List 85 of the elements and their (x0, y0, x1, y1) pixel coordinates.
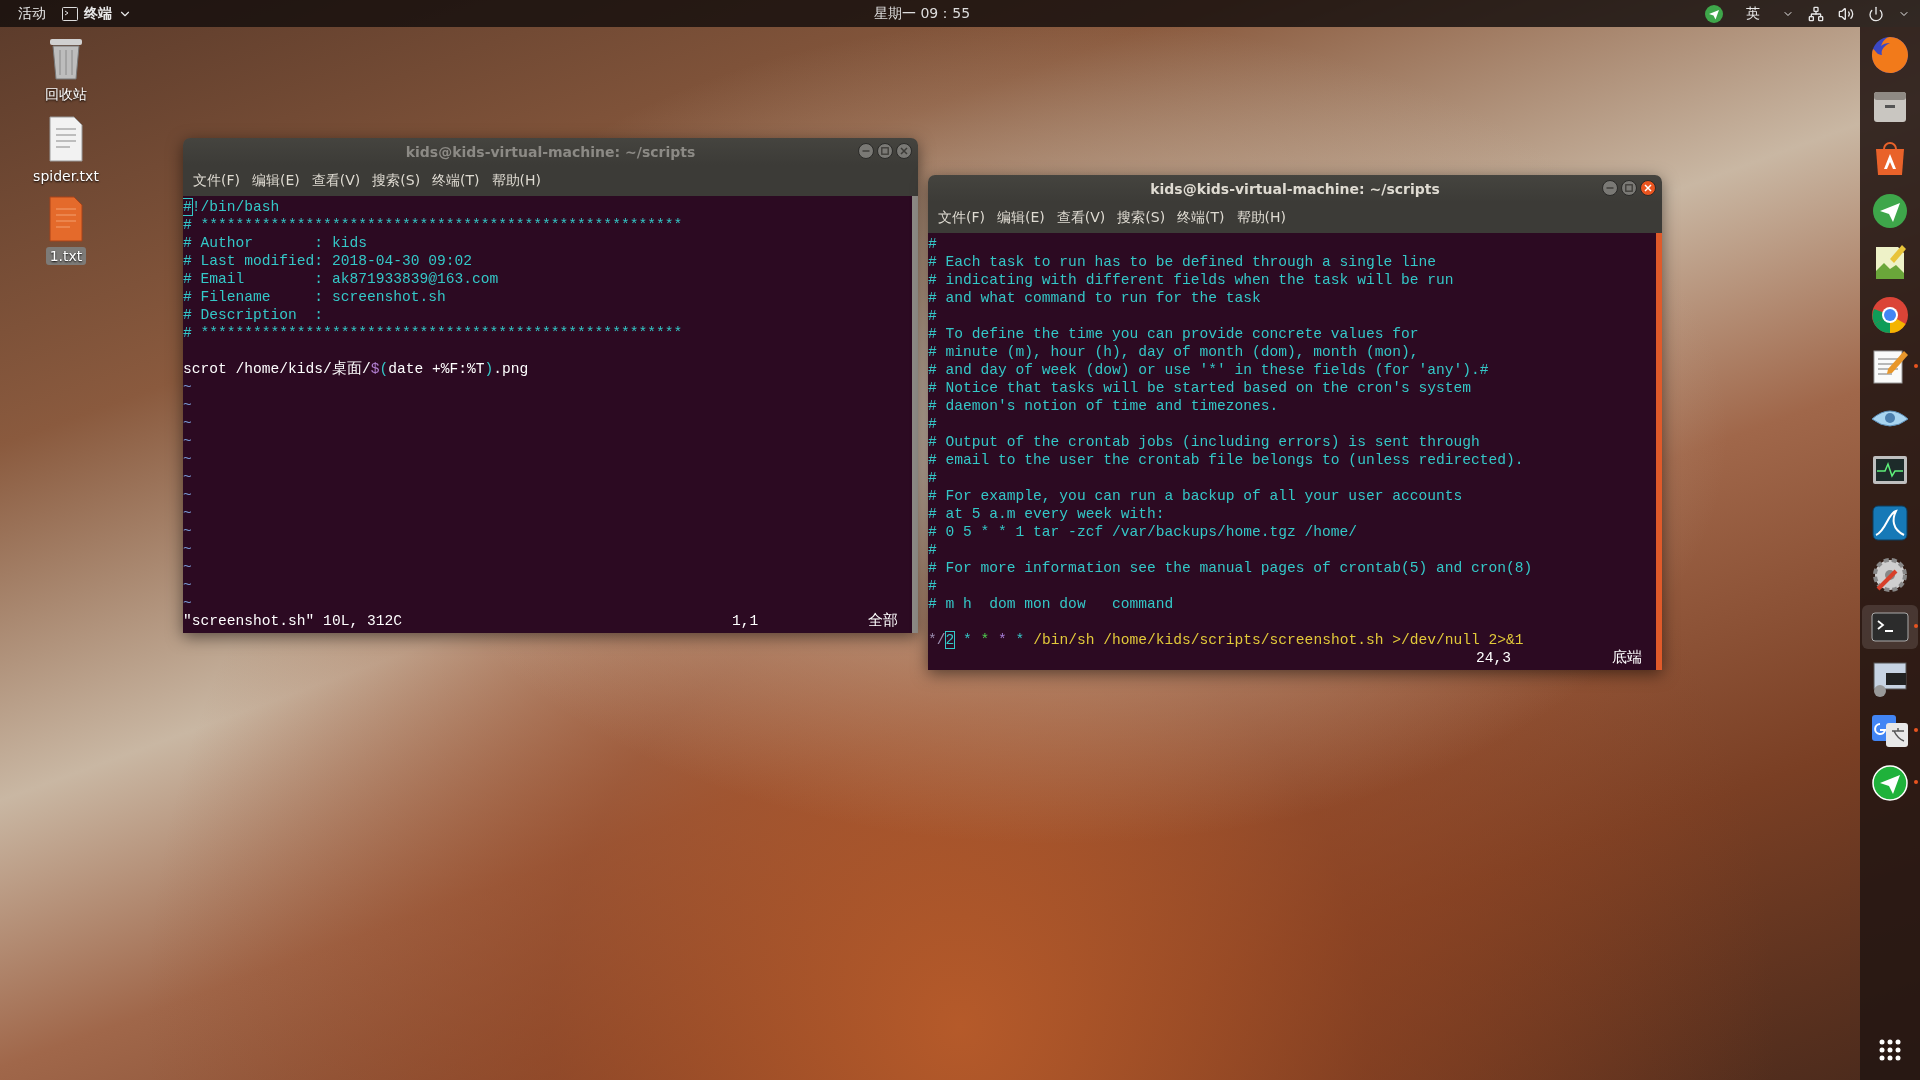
menu-item[interactable]: 查看(V) (1050, 208, 1112, 227)
status-file-info: "screenshot.sh" 10L, 312C (183, 612, 402, 630)
power-icon[interactable] (1868, 5, 1884, 22)
scrollbar[interactable] (1656, 233, 1662, 670)
menu-item[interactable]: 终端(T) (426, 171, 486, 190)
code-line: # and what command to run for the task (928, 289, 1262, 307)
code-line: # indicating with different fields when the task will be run (928, 271, 1455, 289)
code-line: # ******************************************************* (183, 324, 684, 342)
minimize-button[interactable] (858, 143, 874, 159)
maximize-button[interactable] (877, 143, 893, 159)
empty-line-tilde: ~ (183, 450, 193, 468)
code-line: # Author : kids (183, 234, 368, 252)
code-line: # Email : ak871933839@163.com (183, 270, 500, 288)
empty-line-tilde: ~ (183, 558, 193, 576)
code-line: # Last modified: 2018-04-30 09:02 (183, 252, 473, 270)
close-button[interactable] (1640, 180, 1656, 196)
code-line: # daemon's notion of time and timezones. (928, 397, 1280, 415)
running-indicator (1914, 780, 1918, 784)
code-line: # For more information see the manual pages of crontab(5) and cron(8) (928, 559, 1534, 577)
code-line: # (928, 415, 938, 433)
code-line: # Each task to run has to be defined through a single line (928, 253, 1437, 271)
menu-item[interactable]: 搜索(S) (366, 171, 427, 190)
code-line: # minute (m), hour (h), day of month (dom), month (mon), (928, 343, 1420, 361)
text-file-icon (46, 195, 86, 243)
empty-line-tilde: ~ (183, 540, 193, 558)
menu-item[interactable]: 终端(T) (1171, 208, 1231, 227)
menu-item[interactable]: 编辑(E) (246, 171, 306, 190)
app-menu[interactable]: 终端 (54, 4, 140, 23)
window-title: kids@kids-virtual-machine: ~/scripts (1150, 180, 1440, 197)
activities-button[interactable]: 活动 (10, 4, 54, 23)
empty-line-tilde: ~ (183, 378, 193, 396)
empty-line-tilde: ~ (183, 432, 193, 450)
empty-line-tilde: ~ (183, 396, 193, 414)
empty-line-tilde: ~ (183, 594, 193, 612)
code-line: # Notice that tasks will be started based on the cron's system (928, 379, 1472, 397)
code-line: # at 5 a.m every week with: (928, 505, 1166, 523)
minimize-button[interactable] (1602, 180, 1618, 196)
code-line: # (928, 541, 938, 559)
input-method-indicator[interactable]: 英 (1738, 4, 1768, 23)
cursor-position: 24,3 (1476, 649, 1512, 667)
desktop-icon-label[interactable]: 1.txt (45, 247, 87, 265)
empty-line-tilde: ~ (183, 414, 193, 432)
code-line: # (928, 307, 938, 325)
empty-line-tilde: ~ (183, 468, 193, 486)
code-line: # (928, 577, 938, 595)
menu-item[interactable]: 搜索(S) (1111, 208, 1172, 227)
code-line: # email to the user the crontab file belongs to (unless redirected). (928, 451, 1525, 469)
clock[interactable]: 星期一 09：55 (140, 4, 1704, 23)
desktop-icon-label[interactable]: spider.txt (29, 167, 103, 185)
menu-item[interactable]: 帮助(H) (485, 171, 548, 190)
code-line: # For example, you can run a backup of all your user accounts (928, 487, 1464, 505)
scroll-position: 底端 (1612, 649, 1643, 667)
paper-plane-icon[interactable] (1704, 3, 1724, 24)
empty-line-tilde: ~ (183, 576, 193, 594)
empty-line-tilde: ~ (183, 504, 193, 522)
menu-item[interactable]: 查看(V) (305, 171, 367, 190)
desktop-icon-label[interactable]: 回收站 (41, 85, 91, 105)
empty-line-tilde: ~ (183, 522, 193, 540)
code-line: # ******************************************************* (183, 216, 684, 234)
scroll-position: 全部 (868, 612, 899, 630)
scrollbar[interactable] (912, 196, 918, 633)
window-title: kids@kids-virtual-machine: ~/scripts (405, 143, 696, 160)
code-line: # and day of week (dow) or use '*' in these fields (for 'any').# (928, 361, 1490, 379)
code-line: # m h dom mon dow command (928, 595, 1175, 613)
running-indicator (1914, 728, 1918, 732)
network-icon[interactable] (1808, 5, 1824, 22)
code-line: # To define the time you can provide concrete values for (928, 325, 1420, 343)
code-line: # (928, 235, 938, 253)
code-line: # 0 5 * * 1 tar -zcf /var/backups/home.tgz /home/ (928, 523, 1359, 541)
empty-line-tilde: ~ (183, 486, 193, 504)
cursor-position: 1,1 (732, 612, 759, 630)
code-line: # Description : (183, 306, 325, 324)
running-indicator (1914, 364, 1918, 368)
volume-icon[interactable] (1838, 5, 1854, 22)
terminal-icon (62, 6, 78, 21)
menu-item[interactable]: 编辑(E) (991, 208, 1051, 227)
code-line: scrot /home/kids/桌面/$(date +%F:%T).png (183, 360, 530, 378)
text-file-icon (46, 115, 86, 163)
menu-item[interactable]: 帮助(H) (1230, 208, 1293, 227)
code-line: # (928, 469, 938, 487)
running-indicator (1914, 624, 1918, 628)
code-line: # Filename : screenshot.sh (183, 288, 447, 306)
menu-item[interactable]: 文件(F) (187, 171, 246, 190)
code-line: # Output of the crontab jobs (including errors) is sent through (928, 433, 1481, 451)
menu-item[interactable]: 文件(F) (932, 208, 991, 227)
